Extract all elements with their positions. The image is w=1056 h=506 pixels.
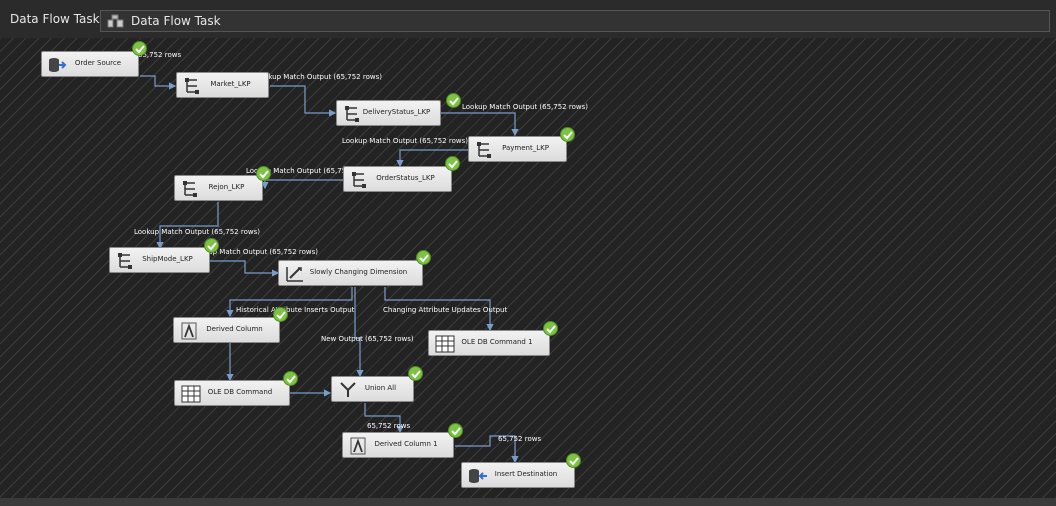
- path-label-derived1: 65,752 rows: [498, 435, 542, 443]
- success-check-icon: [566, 453, 581, 468]
- component-deliverystatus-lkp[interactable]: DeliveryStatus_LKP: [336, 100, 441, 126]
- success-check-icon: [448, 423, 463, 438]
- success-check-icon: [445, 156, 460, 171]
- component-ole-db-command[interactable]: OLE DB Command: [174, 380, 290, 406]
- component-rejon-lkp[interactable]: Rejon_LKP: [174, 175, 263, 201]
- path-label-historical: Historical Attribute Inserts Output: [236, 306, 355, 314]
- component-label: OLE DB Command: [207, 388, 273, 396]
- design-canvas[interactable]: 65,752 rows Lookup Match Output (65,752 …: [0, 38, 1056, 498]
- success-check-icon: [132, 41, 147, 56]
- component-label: Payment_LKP: [502, 144, 549, 152]
- component-derived-column-1[interactable]: Derived Column 1: [342, 432, 454, 458]
- horizontal-scrollbar[interactable]: [0, 498, 1056, 506]
- selected-task-name: Data Flow Task: [131, 14, 221, 28]
- component-label: Union All: [364, 384, 397, 392]
- component-label: DeliveryStatus_LKP: [362, 108, 431, 116]
- success-check-icon: [560, 127, 575, 142]
- component-orderstatus-lkp[interactable]: OrderStatus_LKP: [343, 166, 452, 192]
- component-label: Slowly Changing Dimension: [309, 268, 408, 276]
- success-check-icon: [446, 93, 461, 108]
- component-derived-column[interactable]: Derived Column: [173, 317, 280, 343]
- component-label: Derived Column: [206, 325, 263, 333]
- success-check-icon: [408, 366, 423, 381]
- toolbar: Data Flow Task: Data Flow Task: [0, 0, 1056, 39]
- component-label: Market_LKP: [210, 80, 251, 88]
- path-label-rejon: Lookup Match Output (65,752 rows): [134, 228, 260, 236]
- component-shipmode-lkp[interactable]: ShipMode_LKP: [109, 247, 210, 273]
- success-check-icon: [273, 307, 288, 322]
- success-check-icon: [416, 250, 431, 265]
- path-label-changing: Changing Attribute Updates Output: [383, 306, 508, 314]
- path-orderstatus-rejon: [261, 179, 345, 190]
- path-market-delivery: [270, 85, 337, 117]
- success-check-icon: [256, 166, 271, 181]
- path-shipmode-scd: [210, 260, 280, 277]
- data-flow-task-label: Data Flow Task:: [10, 12, 104, 26]
- component-payment-lkp[interactable]: Payment_LKP: [468, 136, 567, 162]
- path-label-delivery: Lookup Match Output (65,752 rows): [462, 103, 588, 111]
- success-check-icon: [543, 321, 558, 336]
- component-ole-db-command-1[interactable]: OLE DB Command 1: [428, 330, 550, 356]
- component-insert-destination[interactable]: Insert Destination: [461, 462, 575, 488]
- path-label-payment: Lookup Match Output (65,752 rows): [342, 137, 468, 145]
- success-check-icon: [283, 371, 298, 386]
- component-label: OLE DB Command 1: [461, 338, 533, 346]
- data-flow-task-icon: [107, 14, 124, 28]
- path-label-union: 65,752 rows: [367, 422, 411, 430]
- component-slowly-changing-dimension[interactable]: Slowly Changing Dimension: [278, 260, 423, 286]
- path-source-market: [140, 75, 177, 90]
- component-market-lkp[interactable]: Market_LKP: [176, 72, 269, 98]
- component-label: Rejon_LKP: [208, 183, 245, 191]
- component-label: Derived Column 1: [374, 440, 438, 448]
- component-label: Insert Destination: [494, 470, 558, 478]
- data-flow-task-dropdown[interactable]: Data Flow Task: [100, 10, 1050, 32]
- component-union-all[interactable]: Union All: [331, 376, 414, 402]
- component-label: ShipMode_LKP: [142, 255, 193, 263]
- component-order-source[interactable]: Order Source: [41, 51, 139, 77]
- component-label: Order Source: [74, 59, 122, 67]
- component-label: OrderStatus_LKP: [376, 174, 435, 182]
- path-label-market: Lookup Match Output (65,752 rows): [256, 73, 382, 81]
- path-delivery-payment: [440, 112, 519, 137]
- path-scd-union: [354, 287, 364, 378]
- success-check-icon: [204, 238, 219, 253]
- path-label-new: New Output (65,752 rows): [321, 335, 414, 343]
